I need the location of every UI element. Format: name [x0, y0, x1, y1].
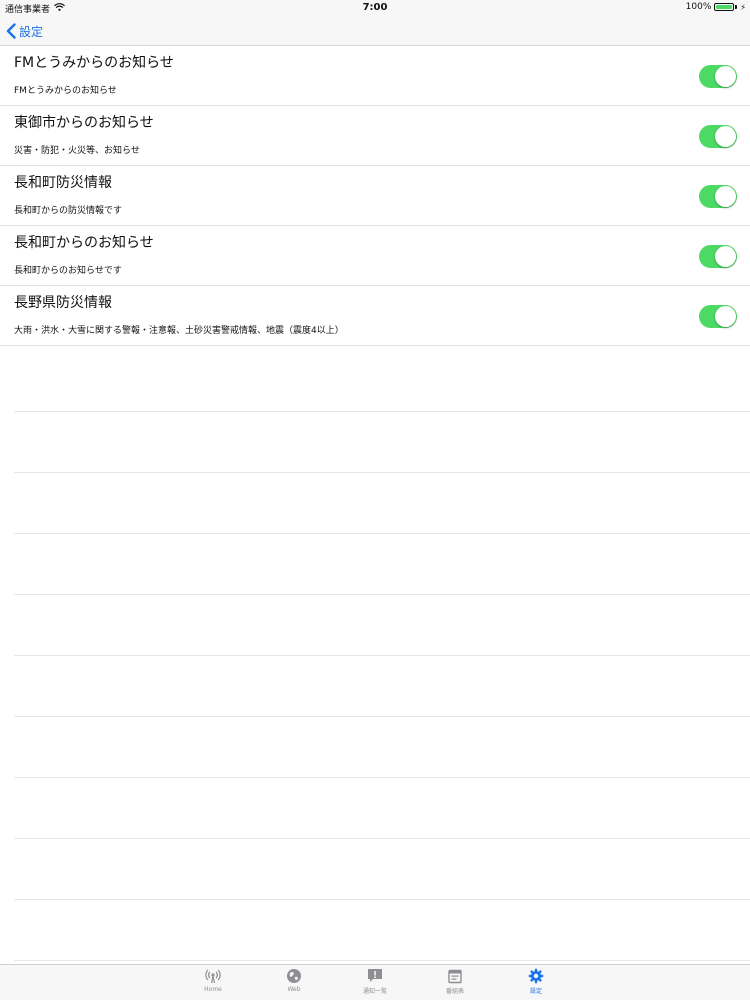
toggle-knob [715, 246, 736, 267]
setting-row: 長野県防災情報 大雨・洪水・大雪に関する警報・注意報、土砂災害警戒情報、地震（震… [0, 286, 750, 346]
empty-rows [14, 351, 750, 961]
empty-row [14, 534, 750, 595]
tab-web[interactable]: Web [264, 968, 324, 1000]
notification-toggle[interactable] [699, 245, 737, 268]
setting-subtitle: 災害・防犯・火災等、お知らせ [14, 146, 140, 156]
toggle-knob [715, 126, 736, 147]
tab-label: 番組表 [445, 988, 464, 995]
gear-icon [528, 968, 544, 984]
tab-label: 設定 [529, 988, 542, 995]
status-bar: 通信事業者 7:00 100% ⚡ [0, 0, 750, 16]
empty-row [14, 473, 750, 534]
tab-settings[interactable]: 設定 [506, 968, 566, 1000]
empty-row [14, 778, 750, 839]
empty-row [14, 595, 750, 656]
tab-notifications[interactable]: 通知一覧 [345, 968, 405, 1000]
setting-row: 東御市からのお知らせ 災害・防犯・火災等、お知らせ [0, 106, 750, 166]
setting-row: 長和町防災情報 長和町からの防災情報です [0, 166, 750, 226]
battery-fill [716, 5, 733, 9]
empty-row [14, 412, 750, 473]
setting-title: 長野県防災情報 [14, 295, 112, 311]
chevron-left-icon [6, 23, 16, 39]
tab-home[interactable]: Home [183, 968, 243, 1000]
empty-row [14, 900, 750, 961]
battery-icon [714, 3, 735, 11]
notification-toggle[interactable] [699, 65, 737, 88]
battery-percent: 100% [685, 2, 712, 12]
toggle-knob [715, 186, 736, 207]
empty-row [14, 656, 750, 717]
notification-toggle[interactable] [699, 185, 737, 208]
setting-subtitle: 大雨・洪水・大雪に関する警報・注意報、土砂災害警戒情報、地震（震度4以上） [14, 326, 344, 336]
tab-label: Web [287, 986, 301, 993]
setting-title: FMとうみからのお知らせ [14, 55, 174, 71]
tab-label: 通知一覧 [362, 988, 387, 995]
empty-row [14, 351, 750, 412]
notification-toggle[interactable] [699, 305, 737, 328]
status-right: 100% ⚡ [686, 2, 746, 12]
back-label: 設定 [19, 24, 44, 39]
battery-cap [735, 5, 738, 9]
setting-subtitle: FMとうみからのお知らせ [14, 86, 117, 96]
status-time: 7:00 [362, 2, 388, 13]
setting-subtitle: 長和町からの防災情報です [14, 206, 123, 216]
toggle-knob [715, 306, 736, 327]
notification-toggle[interactable] [699, 125, 737, 148]
toggle-knob [715, 66, 736, 87]
tab-bar: Home Web 通知一覧 番組表 設定 [0, 964, 750, 1000]
setting-title: 長和町防災情報 [14, 175, 112, 191]
tab-schedule[interactable]: 番組表 [425, 968, 485, 1000]
setting-subtitle: 長和町からのお知らせです [14, 266, 122, 276]
navigation-bar: 設定 [0, 16, 750, 46]
broadcast-icon [205, 969, 221, 984]
charging-icon: ⚡ [740, 2, 746, 12]
alert-icon [368, 969, 382, 982]
setting-title: 長和町からのお知らせ [14, 235, 154, 251]
back-button[interactable]: 設定 [6, 20, 43, 42]
schedule-icon [448, 969, 462, 984]
setting-row: 長和町からのお知らせ 長和町からのお知らせです [0, 226, 750, 286]
setting-title: 東御市からのお知らせ [14, 115, 154, 131]
tab-label: Home [204, 986, 222, 993]
empty-row [14, 839, 750, 900]
empty-row [14, 717, 750, 778]
setting-row: FMとうみからのお知らせ FMとうみからのお知らせ [0, 46, 750, 106]
globe-icon [287, 969, 301, 983]
settings-list: FMとうみからのお知らせ FMとうみからのお知らせ 東御市からのお知らせ 災害・… [0, 46, 750, 346]
